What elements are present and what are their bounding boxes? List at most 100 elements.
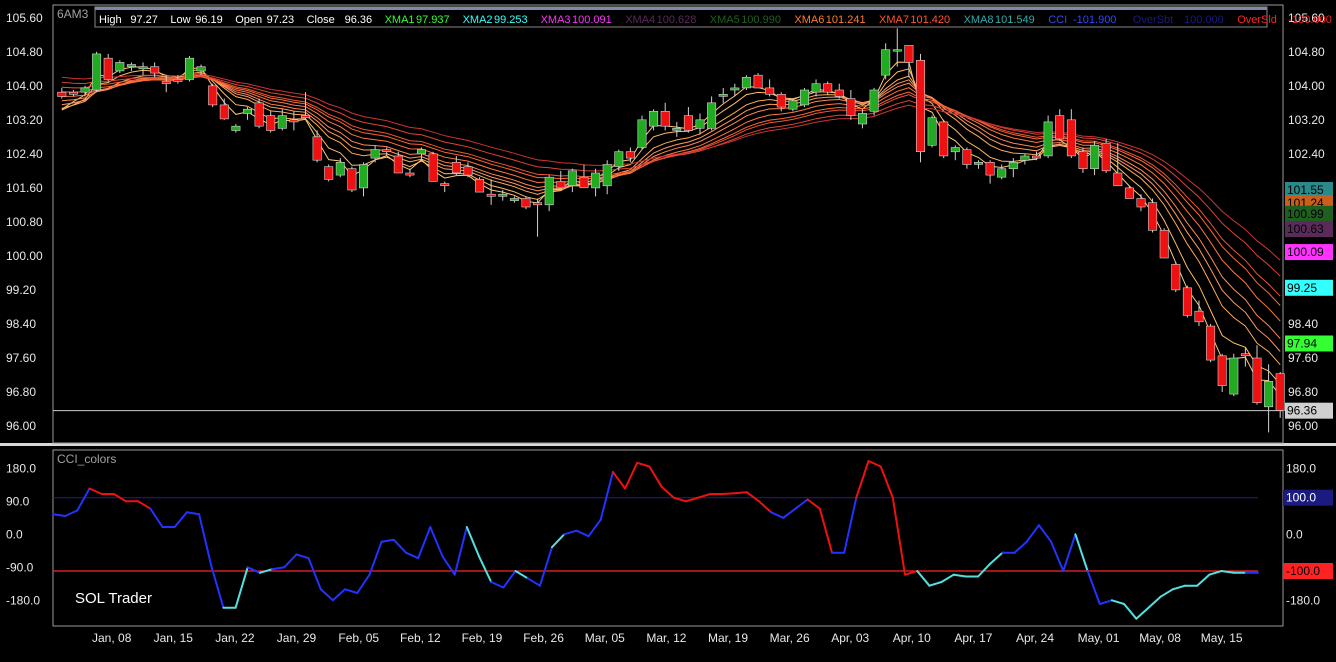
candle-body[interactable]: [730, 87, 740, 91]
candle-body[interactable]: [776, 94, 786, 108]
candle-body[interactable]: [1148, 202, 1158, 231]
candle-body[interactable]: [231, 125, 241, 131]
candle-body[interactable]: [985, 162, 995, 176]
candle-body[interactable]: [962, 149, 972, 165]
candle-body[interactable]: [1182, 287, 1192, 316]
candle-body[interactable]: [1078, 151, 1088, 169]
candle-body[interactable]: [915, 59, 925, 153]
candle-body[interactable]: [1113, 172, 1123, 187]
candle-body[interactable]: [254, 102, 264, 127]
candle-body[interactable]: [196, 66, 206, 72]
candle-body[interactable]: [718, 94, 728, 97]
candle-body[interactable]: [486, 193, 496, 197]
candle-body[interactable]: [289, 119, 299, 123]
candle-body[interactable]: [509, 198, 519, 201]
candle-body[interactable]: [834, 89, 844, 97]
candle-body[interactable]: [602, 164, 612, 187]
candle-body[interactable]: [80, 87, 90, 93]
candle-body[interactable]: [150, 66, 160, 74]
candle-body[interactable]: [219, 104, 229, 120]
candle-body[interactable]: [799, 89, 809, 106]
candle-body[interactable]: [556, 181, 566, 189]
candle-body[interactable]: [950, 147, 960, 153]
candle-body[interactable]: [475, 179, 485, 193]
candle-body[interactable]: [1066, 119, 1076, 157]
candle-body[interactable]: [126, 64, 136, 67]
candle-body[interactable]: [973, 162, 983, 165]
candle-body[interactable]: [1032, 155, 1042, 159]
candle-body[interactable]: [660, 111, 670, 127]
candle-body[interactable]: [904, 45, 914, 63]
candle-body[interactable]: [567, 170, 577, 187]
candle-body[interactable]: [1264, 380, 1274, 408]
candle-body[interactable]: [846, 98, 856, 116]
candle-body[interactable]: [115, 62, 125, 72]
candle-body[interactable]: [370, 149, 380, 159]
candle-body[interactable]: [707, 102, 717, 129]
candle-body[interactable]: [1136, 198, 1146, 208]
candle-body[interactable]: [997, 168, 1007, 178]
candle-body[interactable]: [347, 168, 357, 191]
candle-body[interactable]: [243, 108, 253, 114]
candle-body[interactable]: [277, 115, 287, 129]
candle-body[interactable]: [1008, 162, 1018, 170]
candle-body[interactable]: [173, 79, 183, 82]
candle-body[interactable]: [869, 89, 879, 112]
candle-body[interactable]: [765, 87, 775, 95]
candle-body[interactable]: [637, 119, 647, 148]
candle-body[interactable]: [521, 198, 531, 208]
candle-body[interactable]: [1055, 115, 1065, 140]
candle-body[interactable]: [625, 151, 635, 159]
candle-body[interactable]: [1043, 121, 1053, 157]
candle-body[interactable]: [683, 115, 693, 131]
candle-body[interactable]: [405, 172, 415, 176]
candle-body[interactable]: [892, 49, 902, 52]
candle-body[interactable]: [300, 115, 310, 118]
candle-body[interactable]: [857, 113, 867, 125]
candle-body[interactable]: [358, 164, 368, 189]
candle-body[interactable]: [428, 153, 438, 182]
candle-body[interactable]: [741, 77, 751, 89]
candle-body[interactable]: [823, 83, 833, 93]
candle-body[interactable]: [1124, 187, 1134, 199]
candle-body[interactable]: [591, 172, 601, 189]
candle-body[interactable]: [649, 111, 659, 127]
candle-body[interactable]: [451, 162, 461, 174]
candle-body[interactable]: [881, 49, 891, 76]
candle-body[interactable]: [1090, 145, 1100, 170]
candle-body[interactable]: [138, 66, 148, 70]
candle-body[interactable]: [161, 81, 171, 84]
candle-body[interactable]: [393, 155, 403, 174]
candle-body[interactable]: [939, 121, 949, 157]
candle-body[interactable]: [1275, 373, 1285, 412]
candle-body[interactable]: [695, 119, 705, 129]
candle-body[interactable]: [927, 117, 937, 146]
candle-body[interactable]: [1252, 357, 1262, 404]
candle-body[interactable]: [1229, 357, 1239, 395]
candle-body[interactable]: [185, 57, 195, 80]
candle-body[interactable]: [463, 166, 473, 176]
candle-body[interactable]: [811, 83, 821, 93]
candle-body[interactable]: [440, 183, 450, 187]
candle-body[interactable]: [1217, 355, 1227, 386]
candle-body[interactable]: [1171, 264, 1181, 291]
candle-body[interactable]: [1240, 353, 1250, 357]
candle-body[interactable]: [1020, 155, 1030, 161]
candle-body[interactable]: [68, 91, 78, 95]
candle-body[interactable]: [498, 193, 508, 197]
candle-body[interactable]: [312, 136, 322, 161]
candle-body[interactable]: [579, 176, 589, 189]
candle-body[interactable]: [208, 85, 218, 106]
candle-body[interactable]: [672, 128, 682, 131]
price-pane[interactable]: [52, 4, 1284, 444]
candle-body[interactable]: [324, 166, 334, 180]
candle-body[interactable]: [544, 176, 554, 206]
candle-body[interactable]: [788, 100, 798, 110]
candle-body[interactable]: [1159, 230, 1169, 259]
candle-body[interactable]: [335, 162, 345, 176]
candle-body[interactable]: [92, 53, 102, 91]
candle-body[interactable]: [1194, 310, 1204, 323]
candle-body[interactable]: [753, 74, 763, 89]
candle-body[interactable]: [382, 149, 392, 153]
candle-body[interactable]: [416, 149, 426, 155]
